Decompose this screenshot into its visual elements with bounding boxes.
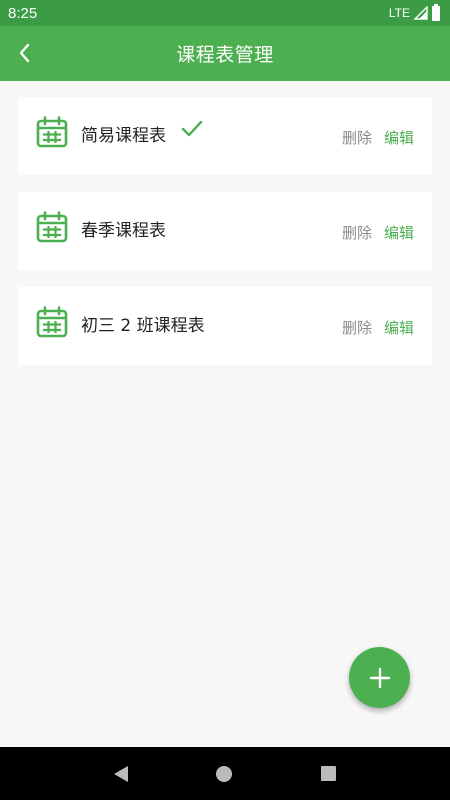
calendar-icon (36, 306, 68, 338)
edit-button[interactable]: 编辑 (384, 222, 414, 243)
chevron-left-icon (19, 43, 30, 63)
delete-button[interactable]: 删除 (342, 222, 372, 243)
add-schedule-button[interactable] (349, 647, 410, 708)
battery-icon (432, 3, 440, 21)
nav-back-icon[interactable] (114, 765, 129, 782)
delete-button[interactable]: 删除 (342, 127, 372, 148)
calendar-icon (36, 116, 68, 148)
signal-icon (414, 6, 428, 20)
check-icon (181, 120, 203, 137)
schedule-name: 春季课程表 (81, 221, 166, 241)
card-actions: 删除 编辑 (342, 222, 414, 243)
edit-button[interactable]: 编辑 (384, 127, 414, 148)
nav-home-icon[interactable] (216, 765, 233, 782)
app-bar: 课程表管理 (0, 26, 450, 81)
edit-button[interactable]: 编辑 (384, 317, 414, 338)
plus-icon (369, 667, 390, 688)
screen: 8:25 LTE 课程表管理 简易课程表 删除 编辑 春季课程表 删除 编辑 初… (0, 0, 450, 800)
delete-button[interactable]: 删除 (342, 317, 372, 338)
status-time: 8:25 (8, 4, 38, 22)
status-bar: 8:25 LTE (0, 0, 450, 26)
schedule-card[interactable]: 初三 2 班课程表 删除 编辑 (18, 287, 432, 365)
back-button[interactable] (8, 36, 42, 70)
network-type: LTE (388, 6, 410, 20)
calendar-icon (36, 211, 68, 243)
card-actions: 删除 编辑 (342, 317, 414, 338)
schedule-name: 简易课程表 (81, 126, 166, 146)
nav-recents-icon[interactable] (320, 766, 336, 781)
schedule-name: 初三 2 班课程表 (81, 316, 205, 336)
card-actions: 删除 编辑 (342, 127, 414, 148)
page-title: 课程表管理 (176, 44, 274, 66)
schedule-list: 简易课程表 删除 编辑 春季课程表 删除 编辑 初三 2 班课程表 删除 编辑 (18, 97, 432, 382)
schedule-card[interactable]: 春季课程表 删除 编辑 (18, 192, 432, 270)
system-nav-bar (0, 747, 450, 800)
status-indicators: LTE (388, 3, 440, 21)
schedule-card[interactable]: 简易课程表 删除 编辑 (18, 97, 432, 175)
